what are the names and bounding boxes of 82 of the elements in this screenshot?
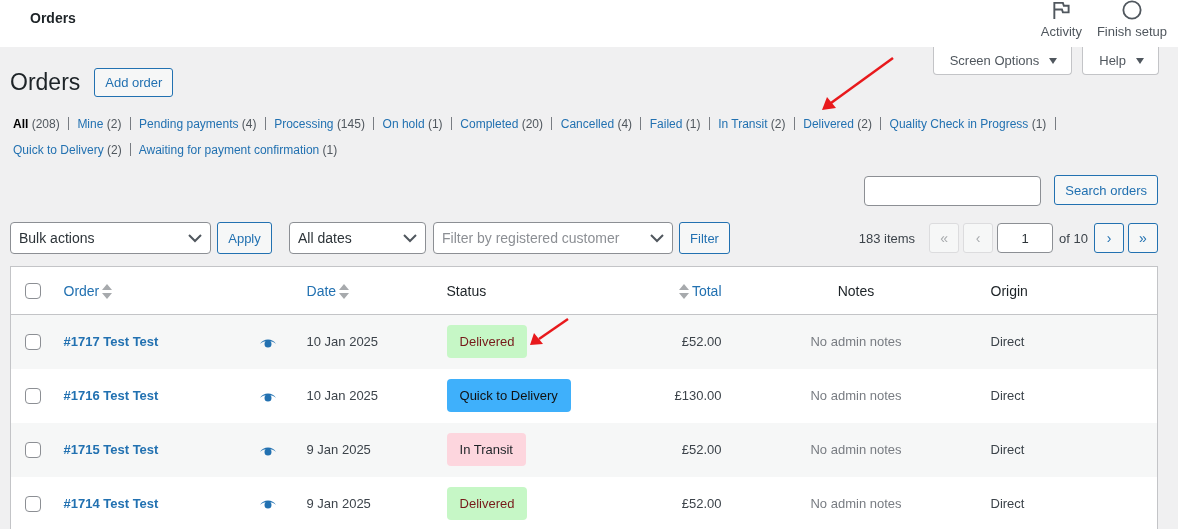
total-cell: £52.00 xyxy=(650,476,722,529)
status-filter-link[interactable]: Cancelled (4) xyxy=(560,117,633,131)
status-filter-link[interactable]: All (208) xyxy=(13,117,60,131)
status-badge: In Transit xyxy=(446,433,526,466)
origin-cell: Direct xyxy=(990,422,1158,477)
sort-icon xyxy=(678,283,689,299)
pagination-button[interactable]: » xyxy=(1128,223,1158,253)
order-number-link[interactable]: #1716 Test Test xyxy=(63,388,159,403)
annotation-arrow xyxy=(822,57,894,110)
screen-tab-button[interactable]: Help xyxy=(1082,47,1159,75)
filter-button[interactable]: Filter xyxy=(679,222,730,254)
notes-cell: No admin notes xyxy=(721,422,991,477)
sort-icon xyxy=(339,283,350,299)
status-filter-link[interactable]: Awaiting for payment confirmation (1) xyxy=(138,143,338,157)
column-header: Status xyxy=(446,282,487,299)
date-cell: 10 Jan 2025 xyxy=(306,368,447,423)
bulk-actions-select[interactable]: Bulk actions xyxy=(10,222,211,254)
checkbox[interactable] xyxy=(25,334,41,351)
checkbox[interactable] xyxy=(25,283,41,300)
caret-icon xyxy=(1136,57,1144,64)
sort-icon xyxy=(102,283,113,299)
origin-cell: Direct xyxy=(990,368,1158,423)
column-sort-link[interactable]: Order xyxy=(63,282,116,299)
column-header: Origin xyxy=(990,282,1028,299)
notes-cell: No admin notes xyxy=(721,476,991,529)
column-header: Notes xyxy=(837,282,875,299)
date-cell: 10 Jan 2025 xyxy=(306,314,447,369)
status-badge: Delivered xyxy=(446,325,528,359)
checkbox[interactable] xyxy=(25,441,41,458)
search-orders-button[interactable]: Search orders xyxy=(1054,175,1158,205)
total-cell: £52.00 xyxy=(650,314,722,369)
eye-icon[interactable] xyxy=(259,391,276,402)
status-filter-link[interactable]: Quick to Delivery (2) xyxy=(13,143,122,157)
page-total: of 10 xyxy=(1059,230,1088,246)
screen-tab-button[interactable]: Screen Options xyxy=(932,47,1073,75)
status-filter-link[interactable]: On hold (1) xyxy=(382,117,443,131)
order-number-link[interactable]: #1714 Test Test xyxy=(63,495,159,511)
origin-cell: Direct xyxy=(990,314,1158,369)
chevron-down-icon xyxy=(403,233,417,243)
status-badge: Delivered xyxy=(446,486,528,520)
caret-icon xyxy=(1049,57,1058,64)
notes-cell: No admin notes xyxy=(721,368,991,423)
chevron-down-icon xyxy=(188,233,202,243)
eye-icon[interactable] xyxy=(259,445,276,456)
date-filter-select[interactable]: All dates xyxy=(289,222,426,254)
add-order-button[interactable]: Add order xyxy=(94,68,174,97)
page-heading: Orders xyxy=(10,69,81,96)
status-filter-link[interactable]: Failed (1) xyxy=(649,117,701,131)
checkbox[interactable] xyxy=(25,495,41,512)
total-cell: £130.00 xyxy=(650,368,722,423)
eye-icon[interactable] xyxy=(259,499,276,510)
apply-button[interactable]: Apply xyxy=(217,222,272,254)
origin-cell: Direct xyxy=(990,476,1158,529)
column-sort-link[interactable]: Date xyxy=(306,282,353,299)
status-badge: Quick to Delivery xyxy=(446,379,571,412)
status-filter-link[interactable]: Processing (145) xyxy=(274,117,365,131)
circle-icon xyxy=(1120,0,1143,20)
search-field[interactable] xyxy=(864,176,1042,206)
eye-icon[interactable] xyxy=(259,337,276,348)
checkbox[interactable] xyxy=(25,387,41,404)
annotation-arrow xyxy=(530,317,569,345)
column-sort-link[interactable]: Total xyxy=(675,282,722,299)
page-number-field[interactable]: 1 xyxy=(997,223,1054,253)
status-filter-link[interactable]: Delivered (2) xyxy=(803,117,872,131)
date-cell: 9 Jan 2025 xyxy=(306,476,447,529)
header-action-button[interactable]: Activity xyxy=(1026,0,1083,47)
date-cell: 9 Jan 2025 xyxy=(306,422,447,477)
header-action-button[interactable]: Finish setup xyxy=(1082,0,1168,47)
order-number-link[interactable]: #1715 Test Test xyxy=(63,442,159,457)
order-number-link[interactable]: #1717 Test Test xyxy=(63,334,159,350)
status-filter-link[interactable]: Quality Check in Progress (1) xyxy=(889,117,1047,131)
page-title: Orders xyxy=(30,9,76,26)
chevron-down-icon xyxy=(650,233,664,243)
status-filter-link[interactable]: Mine (2) xyxy=(77,117,122,131)
notes-cell: No admin notes xyxy=(721,314,991,369)
items-count: 183 items xyxy=(858,230,916,246)
flag-icon xyxy=(1051,0,1072,20)
status-filter-link[interactable]: In Transit (2) xyxy=(718,117,786,131)
pagination-button[interactable]: › xyxy=(1094,223,1124,253)
status-filter-link[interactable]: Pending payments (4) xyxy=(139,117,257,131)
status-filter-link[interactable]: Completed (20) xyxy=(460,117,544,131)
total-cell: £52.00 xyxy=(650,422,722,477)
